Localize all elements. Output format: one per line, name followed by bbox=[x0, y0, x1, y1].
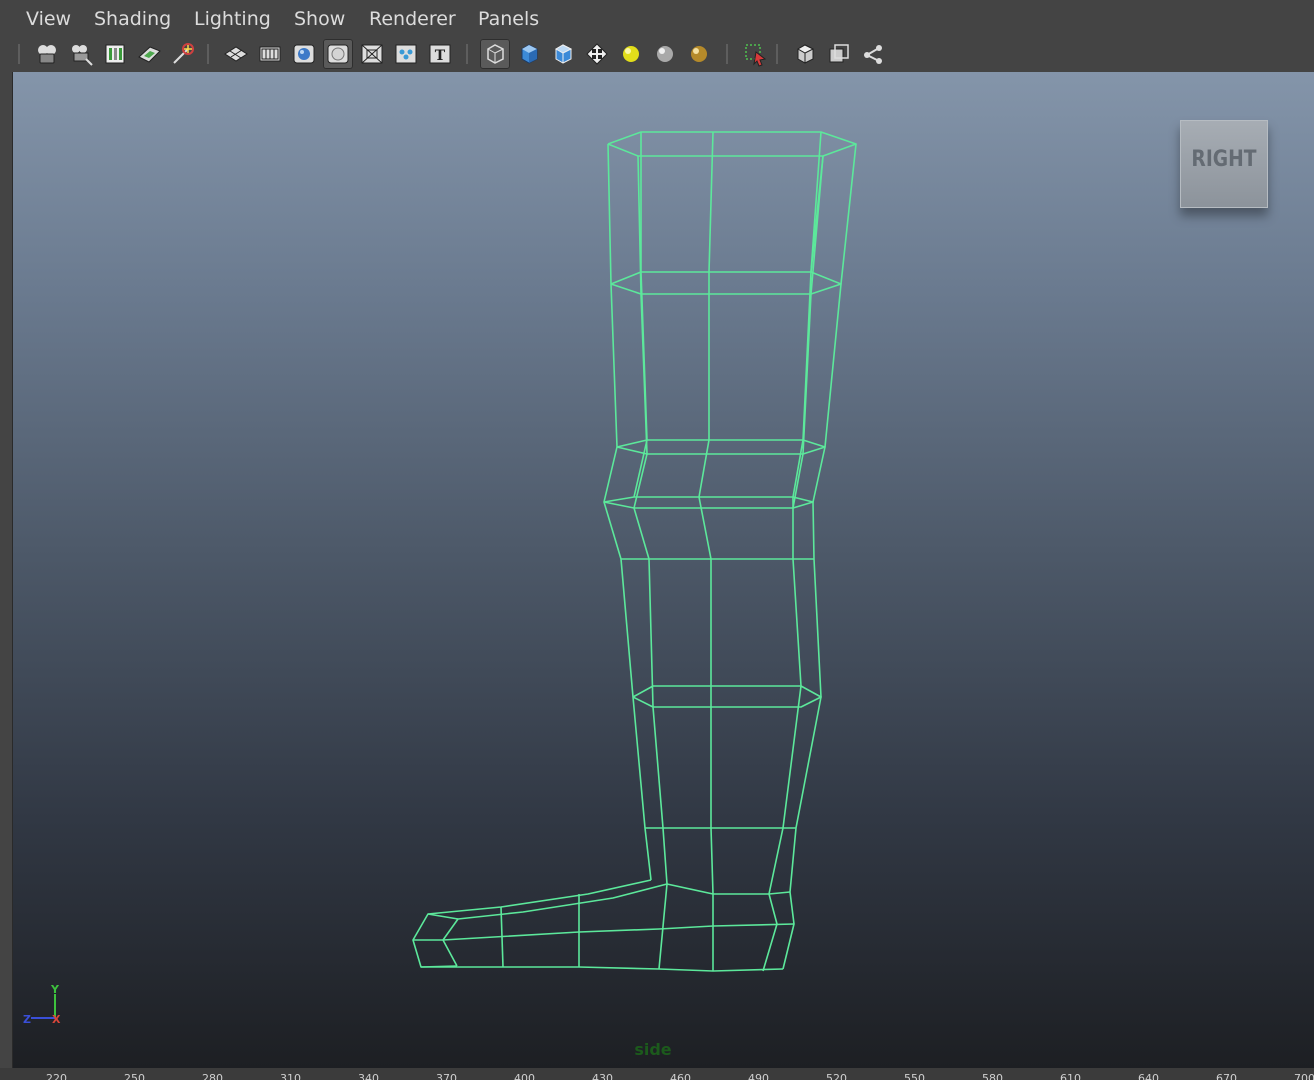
safe-action-icon bbox=[395, 44, 417, 64]
view-cube[interactable]: RIGHT bbox=[1180, 120, 1268, 208]
bookmarks-icon bbox=[105, 44, 125, 64]
ruler-tick-label: 340 bbox=[358, 1072, 379, 1080]
shadows-button[interactable] bbox=[650, 39, 680, 69]
gate-mask-icon bbox=[327, 44, 349, 64]
camera-name-label: side bbox=[634, 1040, 672, 1059]
menu-panels[interactable]: Panels bbox=[478, 8, 539, 30]
wireframe-on-shaded-button[interactable] bbox=[548, 39, 578, 69]
menu-shading[interactable]: Shading bbox=[94, 8, 171, 30]
wireframe-button[interactable] bbox=[480, 39, 510, 69]
menu-show[interactable]: Show bbox=[294, 8, 345, 30]
smooth-shade-icon bbox=[521, 44, 538, 64]
svg-text:T: T bbox=[435, 48, 446, 64]
ruler-tick-label: 250 bbox=[124, 1072, 145, 1080]
axis-x-label: X bbox=[52, 1013, 61, 1026]
menu-renderer[interactable]: Renderer bbox=[369, 8, 456, 30]
field-chart-icon bbox=[361, 44, 383, 64]
grid-icon bbox=[224, 46, 248, 62]
image-plane-button[interactable] bbox=[134, 39, 164, 69]
safe-action-button[interactable] bbox=[391, 39, 421, 69]
menu-bar: View Shading Lighting Show Renderer Panels bbox=[0, 0, 1314, 40]
toolbar-separator bbox=[466, 44, 468, 64]
isolate-select-button[interactable] bbox=[740, 39, 770, 69]
select-camera-button[interactable] bbox=[32, 39, 62, 69]
ruler-tick-label: 310 bbox=[280, 1072, 301, 1080]
isolate-select-icon bbox=[745, 44, 767, 67]
toolbar-separator bbox=[207, 44, 209, 64]
select-camera-icon bbox=[38, 45, 56, 64]
viewport-3d[interactable]: RIGHT Y Z X side bbox=[12, 72, 1314, 1068]
xray-joints-button[interactable] bbox=[858, 39, 888, 69]
ruler-tick-label: 700 bbox=[1294, 1072, 1314, 1080]
field-chart-button[interactable] bbox=[357, 39, 387, 69]
bookmarks-button[interactable] bbox=[100, 39, 130, 69]
ruler-tick-label: 280 bbox=[202, 1072, 223, 1080]
camera-attributes-icon bbox=[72, 45, 93, 66]
screen-space-ambient-occlusion-button[interactable] bbox=[684, 39, 714, 69]
2d-pan-zoom-icon bbox=[173, 43, 194, 64]
screen-space-ambient-occlusion-icon bbox=[691, 46, 707, 62]
gate-mask-button[interactable] bbox=[323, 39, 353, 69]
view-cube-label: RIGHT bbox=[1191, 147, 1257, 172]
ruler-tick-label: 400 bbox=[514, 1072, 535, 1080]
leg-wireframe-mesh[interactable] bbox=[13, 72, 1314, 1068]
menu-lighting[interactable]: Lighting bbox=[194, 8, 271, 30]
use-all-lights-button[interactable] bbox=[616, 39, 646, 69]
axis-z-label: Z bbox=[23, 1013, 31, 1026]
safe-title-button[interactable]: T bbox=[425, 39, 455, 69]
ruler-tick-label: 550 bbox=[904, 1072, 925, 1080]
camera-attributes-button[interactable] bbox=[66, 39, 96, 69]
panel-left-edge bbox=[0, 72, 12, 1068]
ruler-tick-label: 670 bbox=[1216, 1072, 1237, 1080]
ruler-tick-label: 640 bbox=[1138, 1072, 1159, 1080]
toolbar-separator bbox=[776, 44, 778, 64]
axis-gizmo: Y Z X bbox=[23, 983, 61, 1026]
2d-pan-zoom-button[interactable] bbox=[168, 39, 198, 69]
grid-button[interactable] bbox=[221, 39, 251, 69]
ruler-tick-label: 610 bbox=[1060, 1072, 1081, 1080]
image-plane-icon bbox=[138, 46, 161, 63]
shadows-icon bbox=[657, 46, 673, 62]
ruler-tick-label: 220 bbox=[46, 1072, 67, 1080]
resolution-gate-icon bbox=[293, 44, 315, 64]
ruler-tick-label: 370 bbox=[436, 1072, 457, 1080]
ruler-tick-label: 520 bbox=[826, 1072, 847, 1080]
xray-button[interactable] bbox=[790, 39, 820, 69]
resolution-gate-button[interactable] bbox=[289, 39, 319, 69]
axis-y-label: Y bbox=[50, 983, 60, 996]
wireframe-on-shaded-icon bbox=[554, 44, 573, 64]
xray-active-components-icon bbox=[829, 44, 849, 63]
toolbar-separator bbox=[726, 44, 728, 64]
time-ruler-ticks: 220 250 280 310 340 370 400 430 460 490 520 550 580 6… bbox=[46, 1072, 1314, 1080]
ruler-tick-label: 430 bbox=[592, 1072, 613, 1080]
toolbar-separator bbox=[18, 44, 20, 64]
textured-button[interactable] bbox=[582, 39, 612, 69]
wireframe-icon bbox=[487, 44, 504, 64]
ruler-tick-label: 490 bbox=[748, 1072, 769, 1080]
film-gate-button[interactable] bbox=[255, 39, 285, 69]
use-all-lights-icon bbox=[623, 46, 639, 62]
smooth-shade-button[interactable] bbox=[514, 39, 544, 69]
panel-toolbar: T bbox=[0, 38, 1314, 70]
safe-title-icon: T bbox=[429, 44, 451, 64]
textured-icon bbox=[586, 43, 608, 65]
film-gate-icon bbox=[259, 46, 281, 62]
xray-joints-icon bbox=[864, 45, 882, 64]
menu-view[interactable]: View bbox=[26, 8, 71, 30]
time-ruler[interactable]: 220 250 280 310 340 370 400 430 460 490 520 550 580 6… bbox=[0, 1068, 1314, 1080]
xray-active-components-button[interactable] bbox=[824, 39, 854, 69]
xray-icon bbox=[796, 44, 815, 64]
ruler-tick-label: 460 bbox=[670, 1072, 691, 1080]
ruler-tick-label: 580 bbox=[982, 1072, 1003, 1080]
